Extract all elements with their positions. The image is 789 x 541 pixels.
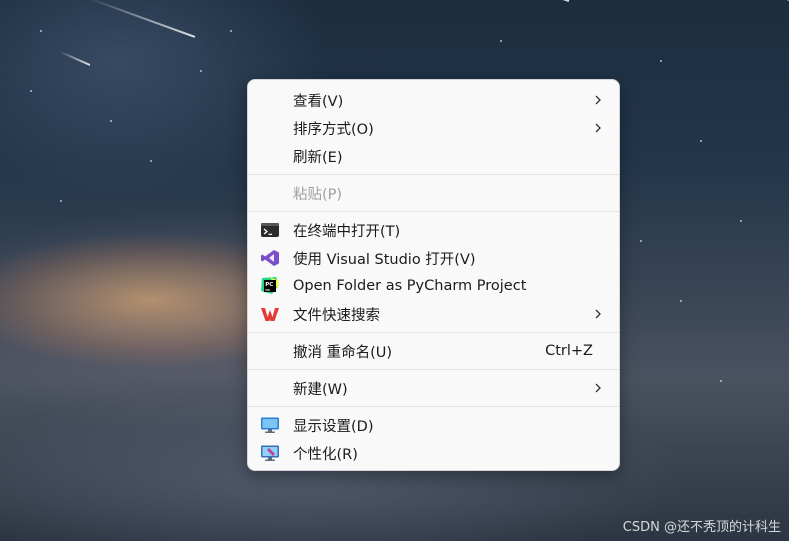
personalize-icon: [261, 445, 279, 461]
meteor: [58, 50, 91, 66]
star: [740, 220, 742, 222]
meteor: [507, 0, 570, 2]
meteor: [86, 0, 196, 38]
display-monitor-icon: [261, 417, 279, 433]
menu-separator: [248, 406, 619, 407]
menu-item-paste[interactable]: 粘贴(P): [248, 179, 619, 207]
menu-separator: [248, 332, 619, 333]
star: [60, 200, 62, 202]
star: [720, 380, 722, 382]
menu-separator: [248, 174, 619, 175]
menu-item-label: 查看(V): [293, 93, 344, 110]
star: [110, 120, 112, 122]
menu-item-label: 显示设置(D): [293, 418, 374, 435]
star: [500, 40, 502, 42]
chevron-right-icon: [595, 309, 601, 319]
menu-item-personalize[interactable]: 个性化(R): [248, 439, 619, 467]
csdn-watermark: CSDN @还不秃顶的计科生: [622, 520, 781, 535]
desktop-context-menu: 查看(V) 排序方式(O) 刷新(E) 粘贴(P) 在终端中打开(T) 使用 V…: [247, 79, 620, 471]
menu-item-undo-rename[interactable]: 撤消 重命名(U) Ctrl+Z: [248, 337, 619, 365]
chevron-right-icon: [595, 95, 601, 105]
menu-item-label: 刷新(E): [293, 149, 343, 166]
menu-item-label: 撤消 重命名(U): [293, 344, 393, 361]
meteor: [726, 0, 789, 2]
star: [230, 30, 232, 32]
menu-item-label: Open Folder as PyCharm Project: [293, 278, 527, 294]
menu-item-label: 个性化(R): [293, 446, 358, 463]
shortcut-label: Ctrl+Z: [545, 343, 593, 359]
menu-item-new[interactable]: 新建(W): [248, 374, 619, 402]
wps-icon: [261, 308, 279, 321]
menu-item-open-visual-studio[interactable]: 使用 Visual Studio 打开(V): [248, 244, 619, 272]
menu-item-refresh[interactable]: 刷新(E): [248, 142, 619, 170]
chevron-right-icon: [595, 123, 601, 133]
menu-item-label: 排序方式(O): [293, 121, 374, 138]
chevron-right-icon: [595, 383, 601, 393]
star: [30, 90, 32, 92]
terminal-icon: [261, 223, 279, 237]
menu-item-view[interactable]: 查看(V): [248, 86, 619, 114]
pycharm-icon: PC: [261, 277, 279, 294]
star: [660, 60, 662, 62]
star: [150, 160, 152, 162]
menu-item-label: 粘贴(P): [293, 186, 343, 203]
menu-item-label: 文件快速搜索: [293, 307, 380, 324]
menu-separator: [248, 211, 619, 212]
star: [680, 300, 682, 302]
menu-separator: [248, 369, 619, 370]
star: [200, 70, 202, 72]
menu-item-label: 使用 Visual Studio 打开(V): [293, 251, 476, 268]
star: [40, 30, 42, 32]
visual-studio-icon: [261, 250, 279, 266]
menu-item-wps-file-search[interactable]: 文件快速搜索: [248, 300, 619, 328]
menu-item-label: 在终端中打开(T): [293, 223, 401, 240]
menu-item-open-pycharm[interactable]: PC Open Folder as PyCharm Project: [248, 272, 619, 300]
menu-item-sort[interactable]: 排序方式(O): [248, 114, 619, 142]
menu-item-label: 新建(W): [293, 381, 348, 398]
menu-item-display-settings[interactable]: 显示设置(D): [248, 411, 619, 439]
svg-text:PC: PC: [265, 282, 273, 288]
desktop-wallpaper[interactable]: 查看(V) 排序方式(O) 刷新(E) 粘贴(P) 在终端中打开(T) 使用 V…: [0, 0, 789, 541]
star: [700, 140, 702, 142]
star: [640, 240, 642, 242]
menu-item-open-terminal[interactable]: 在终端中打开(T): [248, 216, 619, 244]
